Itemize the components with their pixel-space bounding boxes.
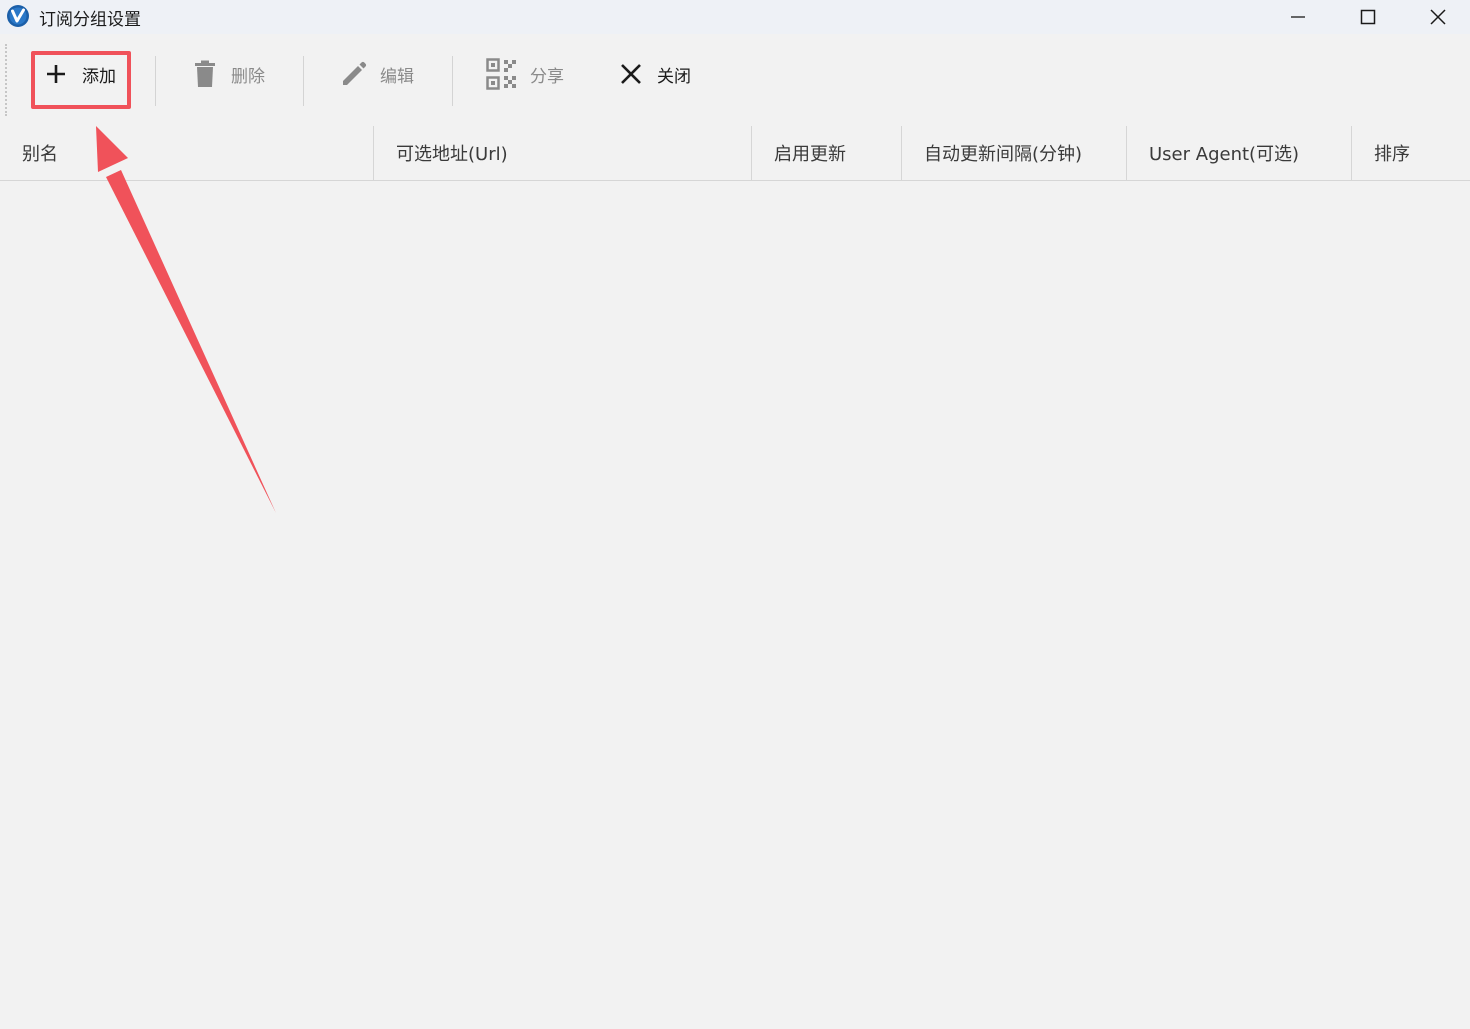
trash-icon xyxy=(191,60,219,88)
table-header: 别名 可选地址(Url) 启用更新 自动更新间隔(分钟) User Agent(… xyxy=(0,126,1470,181)
delete-button-label: 删除 xyxy=(231,66,265,87)
table-body[interactable] xyxy=(0,181,1470,1029)
column-header-user-agent[interactable]: User Agent(可选) xyxy=(1127,126,1352,180)
window-title: 订阅分组设置 xyxy=(39,10,141,30)
pencil-icon xyxy=(340,60,368,88)
share-button-label: 分享 xyxy=(530,66,564,87)
maximize-button[interactable] xyxy=(1333,0,1403,34)
add-button-label: 添加 xyxy=(82,66,116,87)
subscription-group-settings-window: 订阅分组设置 添加 删除 编辑 分享 关闭 别名 可选地址(Url) 启用更新 … xyxy=(0,0,1470,1029)
column-header-enable-update[interactable]: 启用更新 xyxy=(752,126,902,180)
title-bar: 订阅分组设置 xyxy=(0,0,1470,34)
qr-code-icon xyxy=(486,58,518,90)
toolbar-grip[interactable] xyxy=(5,44,7,116)
column-header-alias[interactable]: 别名 xyxy=(0,126,374,180)
close-icon xyxy=(1430,9,1446,25)
column-header-sort[interactable]: 排序 xyxy=(1352,126,1470,180)
plus-icon xyxy=(42,60,70,88)
share-button[interactable]: 分享 xyxy=(486,48,564,100)
minimize-button[interactable] xyxy=(1263,0,1333,34)
close-button[interactable]: 关闭 xyxy=(617,48,691,100)
window-close-button[interactable] xyxy=(1403,0,1470,34)
column-header-url[interactable]: 可选地址(Url) xyxy=(374,126,752,180)
toolbar-separator xyxy=(452,56,453,106)
delete-button[interactable]: 删除 xyxy=(191,48,265,100)
add-button[interactable]: 添加 xyxy=(42,48,116,100)
edit-button-label: 编辑 xyxy=(380,66,414,87)
close-x-icon xyxy=(617,60,645,88)
toolbar: 添加 删除 编辑 分享 关闭 xyxy=(0,34,1470,127)
toolbar-separator xyxy=(303,56,304,106)
app-v-logo-icon xyxy=(7,5,29,27)
edit-button[interactable]: 编辑 xyxy=(340,48,414,100)
minimize-icon xyxy=(1291,16,1305,18)
close-button-label: 关闭 xyxy=(657,66,691,87)
column-header-update-interval[interactable]: 自动更新间隔(分钟) xyxy=(902,126,1127,180)
maximize-icon xyxy=(1360,9,1376,25)
toolbar-separator xyxy=(155,56,156,106)
